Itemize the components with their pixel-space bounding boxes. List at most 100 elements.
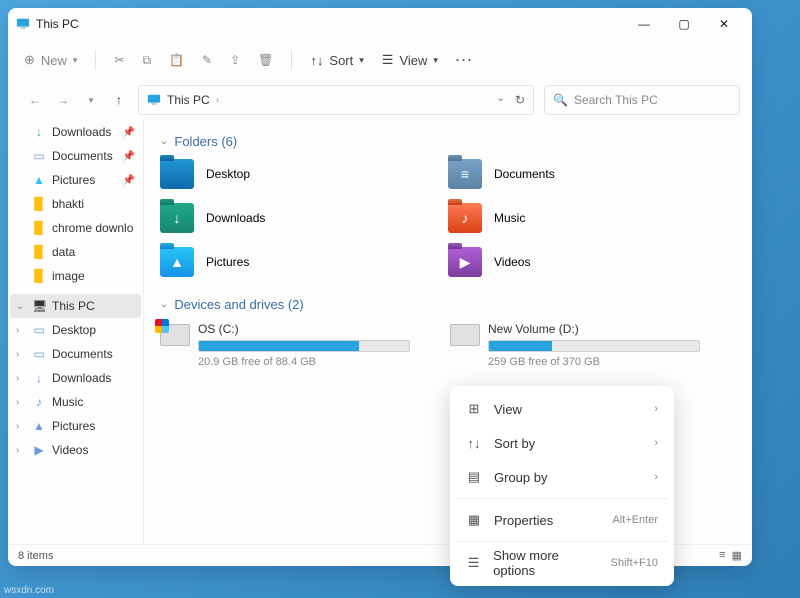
more-icon: ☰ [466,555,481,571]
folder-icon: ▭ [32,323,46,337]
context-properties[interactable]: ▦ Properties Alt+Enter [456,503,668,537]
this-pc-icon [16,17,30,31]
sidebar-label: This PC [52,299,95,313]
maximize-button[interactable]: ▢ [664,8,704,40]
folder-item[interactable]: Desktop [160,159,448,189]
sidebar-label: Documents [52,347,113,361]
up-button[interactable]: ↑ [110,93,128,107]
folder-icon: ▉ [32,245,46,259]
folder-icon: ▶ [32,443,46,457]
forward-button[interactable]: → [54,93,72,107]
folder-item[interactable]: ↓Downloads [160,203,448,233]
chevron-right-icon: › [16,445,26,456]
nav-row: ← → ▾ ↑ This PC › ⌄ ↻ 🔍 Search This PC [8,80,752,120]
share-icon[interactable]: ⇪ [230,53,240,67]
drive-label: OS (C:) [198,322,410,336]
context-sort-label: Sort by [494,436,535,451]
chevron-right-icon: › [654,471,658,483]
sidebar-label: Downloads [52,125,111,139]
paste-icon[interactable]: 📋 [169,53,184,67]
folder-label: Documents [494,167,555,181]
delete-icon[interactable]: 🗑 [258,53,273,67]
view-button[interactable]: ☰ View ▾ [382,52,438,68]
sidebar-item[interactable]: ▭Documents📌 [8,144,143,168]
folder-item[interactable]: ≡Documents [448,159,736,189]
divider [291,50,292,70]
refresh-button[interactable]: ↻ [515,93,525,107]
folder-icon: ♪ [448,203,482,233]
sidebar-item[interactable]: ▉chrome downlo [8,216,143,240]
sidebar-item[interactable]: ›♪Music [8,390,143,414]
chevron-right-icon: › [16,349,26,360]
context-sort[interactable]: ↑↓ Sort by › [456,426,668,460]
drive-icon [450,324,480,346]
breadcrumb[interactable]: This PC [167,93,210,107]
rename-icon[interactable]: ✎ [202,53,212,67]
sidebar-label: Videos [52,443,88,457]
sidebar-item[interactable]: ›↓Downloads [8,366,143,390]
copy-icon[interactable]: ⧉ [143,53,152,68]
sidebar-label: Pictures [52,419,95,433]
cut-icon[interactable]: ✂ [114,53,124,67]
sidebar-item[interactable]: ▉image [8,264,143,288]
chevron-down-icon: ▾ [359,55,364,66]
drive-item[interactable]: New Volume (D:)259 GB free of 370 GB [450,322,700,368]
drive-item[interactable]: OS (C:)20.9 GB free of 88.4 GB [160,322,410,368]
pin-icon: 📌 [123,151,135,162]
window-title: This PC [36,17,624,31]
chevron-right-icon: › [216,95,219,106]
folder-item[interactable]: ▲Pictures [160,247,448,277]
close-button[interactable]: ✕ [704,8,744,40]
sidebar-label: Downloads [52,371,111,385]
folder-icon: ▉ [32,269,46,283]
sidebar-label: Documents [52,149,113,163]
divider [95,50,96,70]
folder-item[interactable]: ♪Music [448,203,736,233]
sidebar-item[interactable]: ›▭Documents [8,342,143,366]
more-button[interactable]: ··· [456,53,474,67]
context-group[interactable]: ▤ Group by › [456,460,668,494]
sidebar-label: Music [52,395,83,409]
address-bar[interactable]: This PC › ⌄ ↻ [138,85,534,115]
sidebar-item[interactable]: ›▲Pictures [8,414,143,438]
address-dropdown[interactable]: ⌄ [497,93,505,107]
back-button[interactable]: ← [26,93,44,107]
view-label: View [399,53,427,68]
command-bar: ⊕ New ▾ ✂ ⧉ 📋 ✎ ⇪ 🗑 ↑↓ Sort ▾ ☰ View ▾ ·… [8,40,752,80]
folder-icon: ↓ [32,371,46,385]
drives-header-label: Devices and drives (2) [174,297,303,312]
search-placeholder: Search This PC [574,93,658,107]
drive-label: New Volume (D:) [488,322,700,336]
folder-label: Videos [494,255,530,269]
drives-section-header[interactable]: ⌄ Devices and drives (2) [160,297,736,312]
recent-dropdown[interactable]: ▾ [82,95,100,106]
navigation-pane[interactable]: ↓Downloads📌▭Documents📌▲Pictures📌▉bhakti▉… [8,120,144,544]
chevron-down-icon: ⌄ [16,301,26,312]
sidebar-item[interactable]: › ▶ Videos [8,438,143,462]
chevron-right-icon: › [16,325,26,336]
folders-section-header[interactable]: ⌄ Folders (6) [160,134,736,149]
folder-icon: ▲ [160,247,194,277]
search-input[interactable]: 🔍 Search This PC [544,85,740,115]
sort-button[interactable]: ↑↓ Sort ▾ [310,53,363,68]
minimize-button[interactable]: — [624,8,664,40]
sidebar-item[interactable]: ▲Pictures📌 [8,168,143,192]
context-view[interactable]: ⊞ View › [456,392,668,426]
sidebar-item-this-pc[interactable]: ⌄🖥This PC [10,294,141,318]
sidebar-item[interactable]: › ▭ Desktop [8,318,143,342]
sidebar-item[interactable]: ↓Downloads📌 [8,120,143,144]
folder-item[interactable]: ▶Videos [448,247,736,277]
tiles-view-icon[interactable]: ▦ [732,549,742,562]
sidebar-item[interactable]: ▉data [8,240,143,264]
chevron-right-icon: › [16,421,26,432]
folder-label: Desktop [206,167,250,181]
sidebar-label: Desktop [52,323,96,337]
new-button[interactable]: ⊕ New ▾ [24,52,77,68]
context-more-options[interactable]: ☰ Show more options Shift+F10 [456,546,668,580]
folder-icon: ▉ [32,221,46,235]
details-view-icon[interactable]: ≡ [719,549,725,562]
sort-icon: ↑↓ [466,436,482,451]
drive-bar [488,340,700,352]
chevron-down-icon: ▾ [433,55,438,66]
sidebar-item[interactable]: ▉bhakti [8,192,143,216]
